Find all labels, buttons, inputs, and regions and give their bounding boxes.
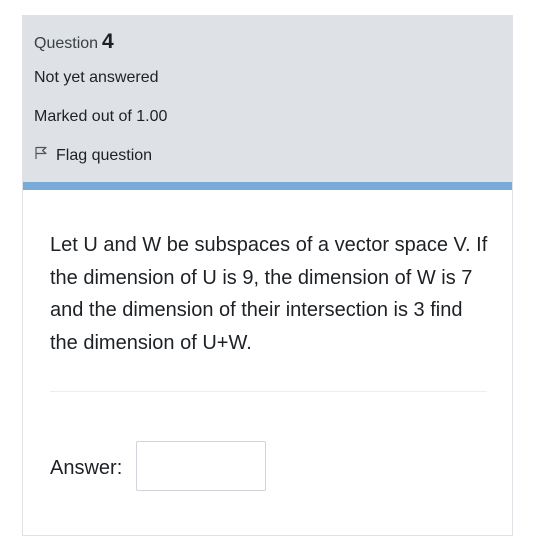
- question-state: Not yet answered: [34, 69, 159, 86]
- answer-label: Answer:: [50, 457, 123, 479]
- question-heading: Question 4: [34, 30, 114, 54]
- question-number: 4: [102, 30, 114, 53]
- flag-question-link[interactable]: Flag question: [34, 146, 152, 165]
- question-label: Question: [34, 35, 99, 52]
- question-grade: Marked out of 1.00: [34, 108, 168, 125]
- question-card: Question 4 Not yet answered Marked out of…: [22, 15, 513, 536]
- question-accent-bar: [23, 182, 512, 190]
- divider: [50, 391, 487, 392]
- answer-input[interactable]: [136, 441, 266, 491]
- question-text: Let U and W be subspaces of a vector spa…: [50, 234, 488, 354]
- question-info-panel: Question 4 Not yet answered Marked out of…: [23, 16, 512, 182]
- flag-question-label: Flag question: [56, 146, 153, 164]
- flag-icon: [34, 146, 56, 165]
